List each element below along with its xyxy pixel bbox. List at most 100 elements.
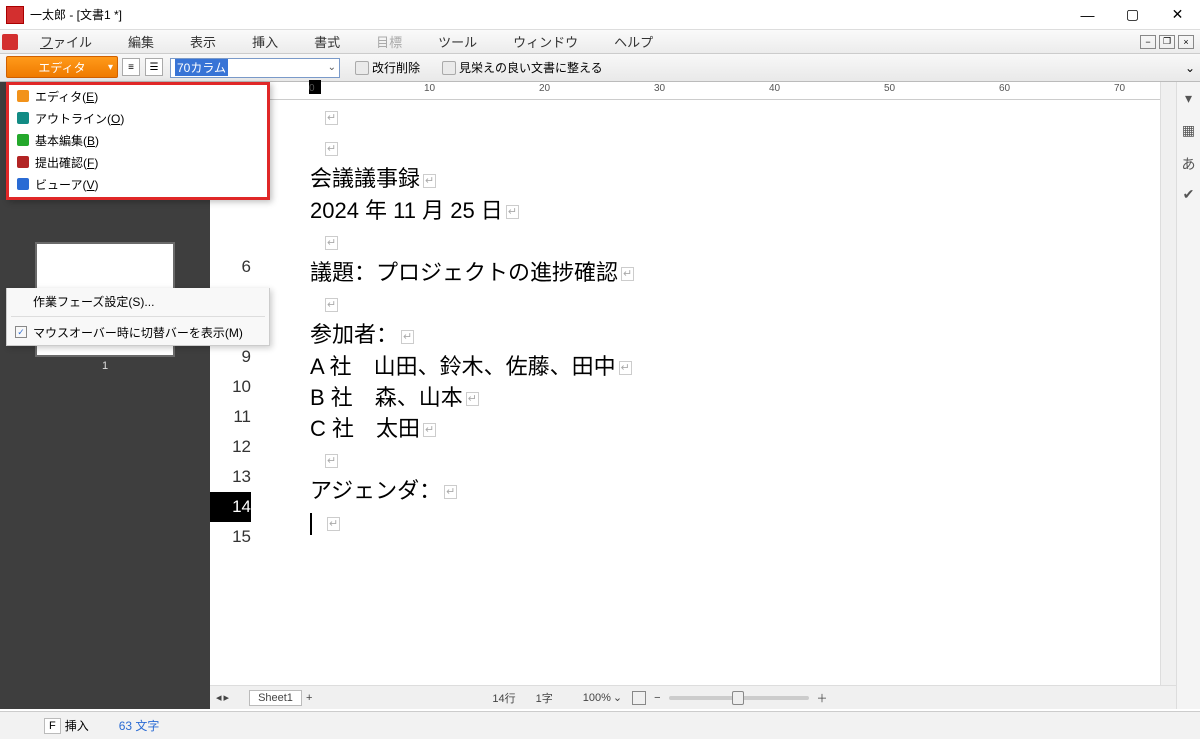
return-mark-icon: ↵ [325,298,338,312]
line-number: 14 [210,492,251,522]
ruler-tick: 10 [424,83,435,94]
menu-insert[interactable]: 挿入 [234,32,296,51]
chevron-down-icon: ⌄ [328,62,336,73]
document-line[interactable]: ↵ [310,507,1160,538]
minimize-button[interactable]: — [1065,0,1110,30]
square-icon [17,156,29,168]
dropdown-settings-label: 作業フェーズ設定(S)... [33,293,154,310]
menubar: フファイルァイル 編集 表示 挿入 書式 目標 ツール ウィンドウ ヘルプ − … [0,30,1200,54]
dropdown-item-label: 基本編集(B) [35,132,99,149]
close-button[interactable]: ✕ [1155,0,1200,30]
line-number: 13 [210,462,251,492]
document-line[interactable]: ↵ [310,102,1160,133]
return-mark-icon: ↵ [325,142,338,156]
cursor-col: 1字 [536,690,553,706]
vertical-scrollbar[interactable] [1160,82,1176,685]
line-number: 15 [210,522,251,552]
dropdown-mouseover-label: マウスオーバー時に切替バーを表示(M) [33,324,243,341]
maximize-button[interactable]: ▢ [1110,0,1155,30]
right-tool-strip: ▾ ▦ あ ✔ [1176,82,1200,709]
doc-icon [2,34,18,50]
zoom-slider[interactable] [669,696,809,700]
calendar-icon[interactable]: ▦ [1180,122,1198,140]
text-content[interactable]: ↵↵会議議事録↵2024 年 11 月 25 日↵↵議題：プロジェクトの進捗確認… [310,102,1160,569]
check-icon[interactable]: ✔ [1180,186,1198,204]
toolbar-toggle-1[interactable]: ≡ [122,58,140,76]
page-thumbnail-number: 1 [35,360,175,372]
phase-dropdown-extra: 作業フェーズ設定(S)... ✓ マウスオーバー時に切替バーを表示(M) [6,288,270,346]
cursor-line: 14行 [492,690,515,706]
document-line[interactable]: 2024 年 11 月 25 日↵ [310,196,1160,227]
status-char-count: 63 文字 [119,717,160,734]
return-mark-icon: ↵ [423,423,436,437]
dropdown-item[interactable]: エディタ(E) [9,85,267,107]
menu-file[interactable]: フファイルァイル [22,32,110,51]
square-icon [17,134,29,146]
dropdown-item[interactable]: ビューア(V) [9,173,267,195]
app-icon [6,6,24,24]
filter-icon[interactable]: ▾ [1180,90,1198,108]
ruler-tick: 30 [654,83,665,94]
return-mark-icon: ↵ [401,330,414,344]
document-body[interactable]: 6789101112131415 ↵↵会議議事録↵2024 年 11 月 25 … [210,102,1160,685]
bottom-status-strip: ◂ ▸ Sheet1 + 14行 1字 100% ⌄ − ＋ [210,685,1176,709]
sheet-tab[interactable]: Sheet1 [249,690,302,706]
document-line[interactable] [310,539,1160,569]
titlebar: 一太郎 - [文書1 *] — ▢ ✕ [0,0,1200,30]
zoom-out[interactable]: − [654,692,660,704]
document-line[interactable]: ↵ [310,289,1160,320]
doc-window-controls: − ❐ × [1140,35,1200,49]
dropdown-item[interactable]: 提出確認(F) [9,151,267,173]
status-mode-label: 挿入 [65,717,89,734]
return-mark-icon: ↵ [619,361,632,375]
document-line[interactable]: 会議議事録↵ [310,164,1160,195]
square-icon [17,90,29,102]
menu-format[interactable]: 書式 [296,32,358,51]
ruler-tick: 60 [999,83,1010,94]
document-line[interactable]: C 社 太田↵ [310,414,1160,445]
document-line[interactable]: A 社 山田、鈴木、佐藤、田中↵ [310,352,1160,383]
zoom-fit-icon[interactable] [632,691,646,705]
zoom-in[interactable]: ＋ [817,690,828,706]
menu-edit[interactable]: 編集 [110,32,172,51]
document-line[interactable]: 参加者：↵ [310,320,1160,351]
toolbar-overflow[interactable]: ⌄ [1180,54,1200,82]
dropdown-item[interactable]: 基本編集(B) [9,129,267,151]
beautify-button[interactable]: 見栄えの良い文書に整える [435,57,610,79]
square-icon [17,112,29,124]
menu-tool[interactable]: ツール [420,32,495,51]
zoom-slider-knob[interactable] [732,691,744,705]
document-line[interactable]: ↵ [310,133,1160,164]
menu-window[interactable]: ウィンドウ [495,32,596,51]
sheet-nav-prev[interactable]: ◂ [216,691,222,704]
dropdown-item-label: エディタ(E) [35,88,98,105]
document-line[interactable]: 議題：プロジェクトの進捗確認↵ [310,258,1160,289]
dropdown-item[interactable]: アウトライン(O) [9,107,267,129]
document-line[interactable]: ↵ [310,445,1160,476]
horizontal-ruler[interactable]: 010203040506070 [255,82,1176,100]
sheet-nav-next[interactable]: ▸ [224,691,230,704]
document-line[interactable]: B 社 森、山本↵ [310,383,1160,414]
text-cursor [310,513,312,535]
doc-close-button[interactable]: × [1178,35,1194,49]
line-number: 6 [210,252,251,282]
phase-button[interactable]: エディタ ▾ [6,56,118,78]
kana-icon[interactable]: あ [1180,154,1198,172]
sheet-add[interactable]: + [306,692,312,704]
document-line[interactable]: アジェンダ：↵ [310,476,1160,507]
return-mark-icon: ↵ [423,174,436,188]
menu-view[interactable]: 表示 [172,32,234,51]
delete-return-button[interactable]: 改行削除 [348,57,427,79]
column-select[interactable]: 70カラム ⌄ [170,58,340,78]
zoom-dropdown[interactable]: ⌄ [613,691,622,704]
doc-min-button[interactable]: − [1140,35,1156,49]
toolbar-toggle-2[interactable]: ☰ [145,58,163,76]
dropdown-settings[interactable]: 作業フェーズ設定(S)... [7,288,269,314]
status-mode-button[interactable]: F [44,718,61,734]
dropdown-mouseover-toggle[interactable]: ✓ マウスオーバー時に切替バーを表示(M) [7,319,269,345]
delete-return-label: 改行削除 [372,59,420,76]
document-line[interactable]: ↵ [310,227,1160,258]
menu-help[interactable]: ヘルプ [596,32,671,51]
doc-restore-button[interactable]: ❐ [1159,35,1175,49]
line-number: 9 [210,342,251,372]
